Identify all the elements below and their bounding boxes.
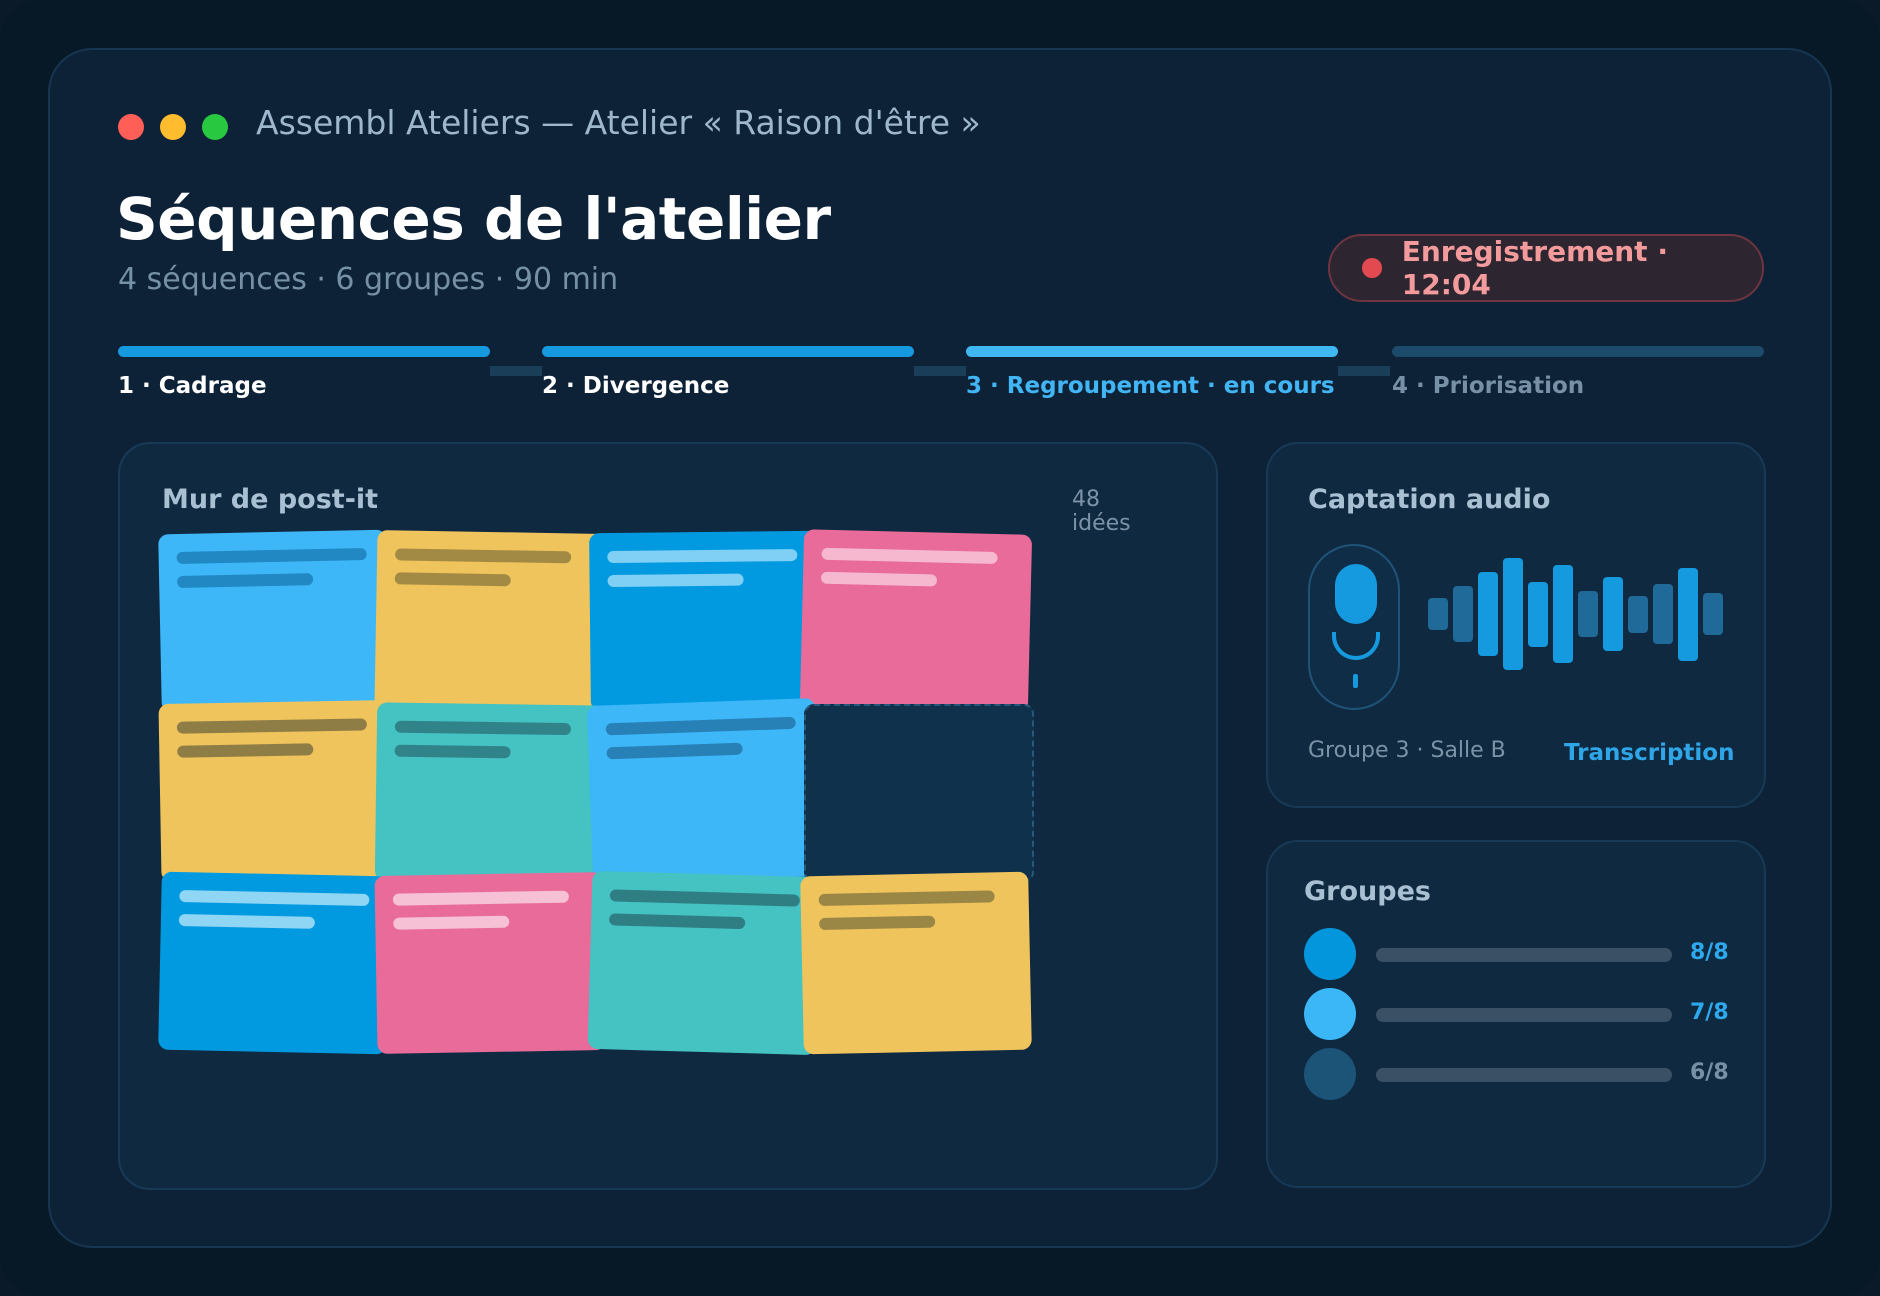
microphone-button[interactable] xyxy=(1308,544,1400,710)
group-count: 7/8 xyxy=(1690,1000,1729,1025)
waveform-bar xyxy=(1628,595,1648,633)
postit-text-placeholder xyxy=(819,915,936,931)
step-label: 3 · Regroupement · en cours xyxy=(966,373,1335,399)
waveform-bar xyxy=(1528,581,1548,647)
step-progress-bar xyxy=(118,346,490,357)
postit-note[interactable] xyxy=(374,872,606,1054)
postit-text-placeholder xyxy=(176,718,367,734)
group-avatar xyxy=(1304,988,1356,1040)
page-subtitle: 4 séquences · 6 groupes · 90 min xyxy=(118,262,619,297)
audio-capture-card: Captation audio Groupe 3 · Salle B Trans… xyxy=(1266,442,1766,808)
postit-empty-slot[interactable] xyxy=(804,704,1034,882)
postit-text-placeholder xyxy=(394,720,571,736)
postit-text-placeholder xyxy=(818,890,995,907)
postit-text-placeholder xyxy=(605,716,796,736)
postit-text-placeholder xyxy=(394,572,511,587)
step-divergence[interactable]: 2 · Divergence xyxy=(542,346,914,399)
group-progress-track xyxy=(1376,948,1672,962)
postit-text-placeholder xyxy=(395,548,572,564)
waveform-bar xyxy=(1653,584,1673,644)
wall-title: Mur de post-it xyxy=(162,484,379,515)
step-progress-bar xyxy=(1392,346,1764,357)
waveform-bar xyxy=(1553,565,1573,663)
waveform-bar xyxy=(1603,577,1623,651)
postit-note[interactable] xyxy=(158,529,390,713)
waveform-bar xyxy=(1703,593,1723,635)
close-window-button[interactable] xyxy=(118,114,144,140)
postit-text-placeholder xyxy=(177,573,314,589)
group-progress-track xyxy=(1376,1008,1672,1022)
postit-text-placeholder xyxy=(820,571,938,587)
groups-title: Groupes xyxy=(1304,876,1431,907)
audio-location: Groupe 3 · Salle B xyxy=(1308,738,1506,763)
group-avatar xyxy=(1304,1048,1356,1100)
waveform-bar xyxy=(1503,558,1523,670)
postit-text-placeholder xyxy=(179,890,370,906)
postit-text-placeholder xyxy=(178,913,315,929)
recording-dot-icon xyxy=(1362,258,1382,278)
sequence-stepper: 1 · Cadrage 2 · Divergence 3 · Regroupem… xyxy=(118,346,1764,406)
postit-text-placeholder xyxy=(393,915,510,930)
step-cadrage[interactable]: 1 · Cadrage xyxy=(118,346,490,399)
postit-note[interactable] xyxy=(158,871,390,1055)
recording-badge[interactable]: Enregistrement · 12:04 xyxy=(1328,234,1764,302)
zoom-window-button[interactable] xyxy=(202,114,228,140)
group-progress-track xyxy=(1376,1068,1672,1082)
postit-note[interactable] xyxy=(374,702,606,884)
waveform-bar xyxy=(1578,591,1598,637)
postit-note[interactable] xyxy=(158,700,390,882)
postit-note[interactable] xyxy=(374,530,606,712)
postit-text-placeholder xyxy=(176,548,367,565)
step-connector xyxy=(1338,366,1390,376)
postit-text-placeholder xyxy=(394,744,511,759)
minimize-window-button[interactable] xyxy=(160,114,186,140)
idea-count: 48 idées xyxy=(1072,487,1131,536)
step-regroupement[interactable]: 3 · Regroupement · en cours xyxy=(966,346,1338,399)
group-row[interactable]: 6/8 xyxy=(1304,1048,1732,1100)
group-row[interactable]: 7/8 xyxy=(1304,988,1732,1040)
postit-note[interactable] xyxy=(589,530,819,712)
step-label: 4 · Priorisation xyxy=(1392,373,1585,399)
postit-text-placeholder xyxy=(609,913,746,930)
postit-note[interactable] xyxy=(800,871,1032,1055)
postit-text-placeholder xyxy=(606,742,743,760)
postit-text-placeholder xyxy=(607,573,744,588)
waveform-bar xyxy=(1678,567,1698,661)
group-row[interactable]: 8/8 xyxy=(1304,928,1732,980)
postit-note[interactable] xyxy=(587,870,821,1056)
waveform-bar xyxy=(1453,586,1473,642)
postit-wall-card: Mur de post-it 48 idées xyxy=(118,442,1218,1190)
step-label: 2 · Divergence xyxy=(542,373,730,399)
postit-text-placeholder xyxy=(607,549,798,564)
groups-card: Groupes 8/8 7/8 6/8 xyxy=(1266,840,1766,1188)
postit-text-placeholder xyxy=(177,743,314,758)
step-priorisation[interactable]: 4 · Priorisation xyxy=(1392,346,1764,399)
group-avatar xyxy=(1304,928,1356,980)
step-connector xyxy=(490,366,542,376)
group-count: 8/8 xyxy=(1690,940,1729,965)
waveform-bar xyxy=(1428,598,1448,630)
step-progress-bar xyxy=(966,346,1338,357)
postit-note[interactable] xyxy=(586,698,822,884)
page-title: Séquences de l'atelier xyxy=(116,185,831,253)
step-progress-bar xyxy=(542,346,914,357)
window-title: Assembl Ateliers — Atelier « Raison d'êt… xyxy=(256,103,981,142)
postit-text-placeholder xyxy=(609,889,800,907)
step-connector xyxy=(914,366,966,376)
waveform-bar xyxy=(1478,572,1498,656)
audio-waveform xyxy=(1428,556,1728,672)
audio-title: Captation audio xyxy=(1308,484,1551,515)
step-label: 1 · Cadrage xyxy=(118,373,267,399)
postit-text-placeholder xyxy=(821,547,998,564)
group-count: 6/8 xyxy=(1690,1060,1729,1085)
recording-label: Enregistrement · 12:04 xyxy=(1401,235,1668,301)
window-controls xyxy=(118,114,228,140)
transcription-link[interactable]: Transcription xyxy=(1564,740,1734,766)
postit-text-placeholder xyxy=(392,890,569,906)
postit-note[interactable] xyxy=(799,529,1033,713)
